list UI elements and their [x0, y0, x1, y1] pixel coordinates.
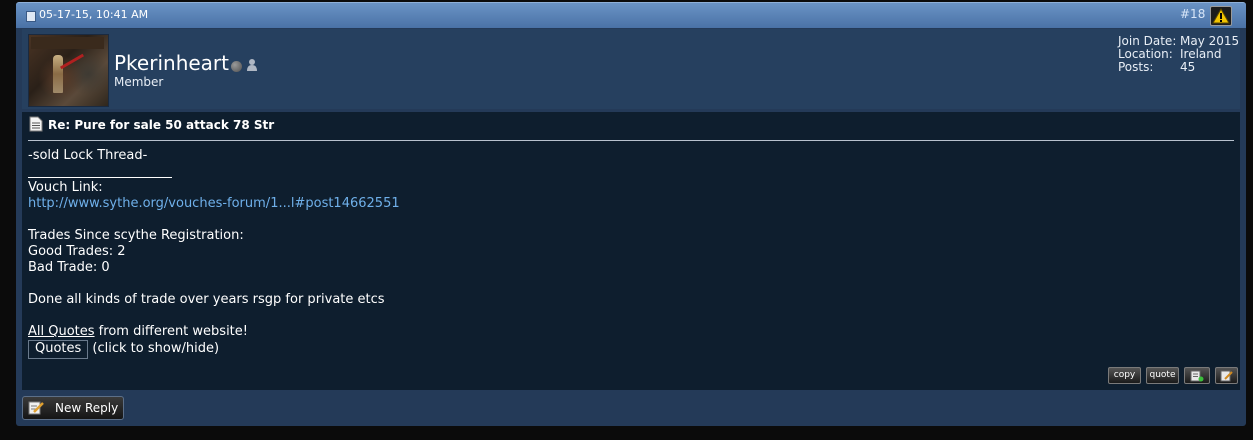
new-reply-button[interactable]: New Reply	[22, 396, 124, 420]
signature-separator	[28, 177, 172, 178]
post-container: 05-17-15, 10:41 AM #18 Pkerinheart Membe…	[16, 2, 1246, 426]
quotes-toggle-button[interactable]: Quotes	[28, 340, 89, 359]
user-stats: Join Date: May 2015 Location: Ireland Po…	[1118, 35, 1239, 74]
username-link[interactable]: Pkerinheart	[114, 51, 229, 75]
good-trades: Good Trades: 2	[28, 244, 126, 259]
edit-icon	[1220, 370, 1233, 382]
experience-text: Done all kinds of trade over years rsgp …	[28, 292, 385, 307]
quotes-line-underlined: All Quotes	[28, 324, 95, 339]
title-divider	[28, 140, 1234, 141]
multiquote-icon	[1190, 370, 1204, 382]
edit-button[interactable]	[1215, 367, 1238, 384]
user-title: Member	[114, 75, 164, 89]
posts-value: 45	[1180, 60, 1196, 74]
post-title: Re: Pure for sale 50 attack 78 Str	[48, 118, 275, 132]
post-body: Re: Pure for sale 50 attack 78 Str -sold…	[22, 112, 1240, 390]
user-info-panel: Pkerinheart Member Join Date: May 2015 L…	[22, 29, 1240, 109]
avatar[interactable]	[28, 34, 109, 107]
user-profile-icon[interactable]	[246, 58, 258, 72]
posts-row: Posts: 45	[1118, 61, 1239, 74]
document-icon	[29, 116, 43, 132]
copy-button[interactable]: copy	[1108, 367, 1141, 384]
report-post-button[interactable]	[1210, 6, 1232, 26]
posts-label: Posts:	[1118, 60, 1154, 74]
warning-icon	[1212, 8, 1230, 24]
post-number-link[interactable]: #18	[1180, 7, 1205, 21]
quote-button[interactable]: quote	[1146, 367, 1179, 384]
post-date: 05-17-15, 10:41 AM	[39, 8, 149, 21]
new-reply-icon	[28, 401, 44, 415]
post-message: -sold Lock Thread-	[28, 148, 148, 163]
vouch-label: Vouch Link:	[28, 180, 103, 195]
offline-status-icon	[231, 61, 242, 72]
post-content: -sold Lock Thread- Vouch Link: http://ww…	[28, 148, 400, 359]
quotes-hint: (click to show/hide)	[88, 341, 220, 356]
trades-heading: Trades Since scythe Registration:	[28, 228, 244, 243]
multiquote-button[interactable]	[1184, 367, 1210, 384]
bad-trades: Bad Trade: 0	[28, 260, 110, 275]
vouch-link[interactable]: http://www.sythe.org/vouches-forum/1...l…	[28, 196, 400, 211]
new-reply-label: New Reply	[55, 401, 119, 415]
post-document-icon	[26, 11, 36, 22]
quotes-line-rest: from different website!	[94, 324, 248, 339]
post-header: 05-17-15, 10:41 AM #18	[16, 2, 1246, 28]
quotes-line: All Quotes from different website!	[28, 324, 400, 340]
